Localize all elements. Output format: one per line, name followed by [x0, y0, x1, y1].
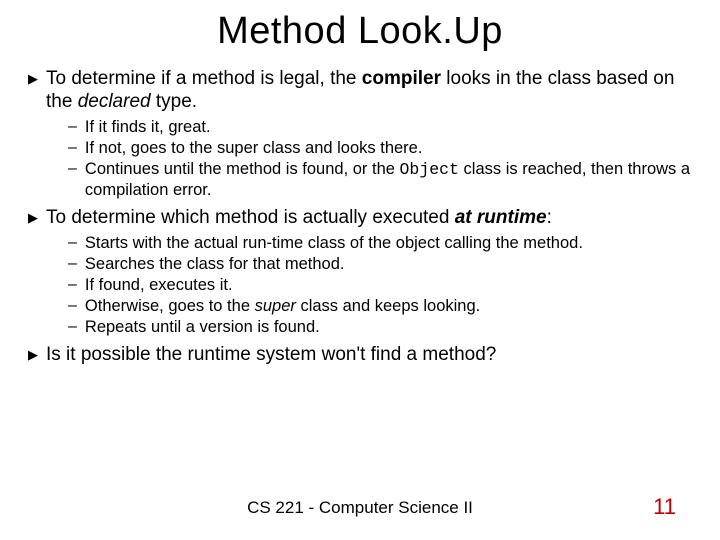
sublist-compiler: – If it finds it, great. – If not, goes …	[68, 117, 692, 200]
sub-text: Continues until the method is found, or …	[85, 159, 692, 200]
dash-icon: –	[68, 159, 77, 179]
dash-icon: –	[68, 275, 77, 295]
slide: Method Look.Up ▶ To determine if a metho…	[0, 0, 720, 540]
text-fragment: Otherwise, goes to the	[85, 297, 255, 315]
sublist-runtime: – Starts with the actual run-time class …	[68, 233, 692, 337]
footer-text: CS 221 - Computer Science II	[0, 498, 720, 518]
text-fragment: To determine which method is actually ex…	[46, 207, 455, 228]
dash-icon: –	[68, 317, 77, 337]
sub-text: Searches the class for that method.	[85, 254, 345, 274]
text-fragment: :	[547, 207, 552, 228]
list-item: – If found, executes it.	[68, 275, 692, 295]
bullet-compiler: ▶ To determine if a method is legal, the…	[28, 67, 692, 113]
dash-icon: –	[68, 296, 77, 316]
sub-text: Starts with the actual run-time class of…	[85, 233, 583, 253]
sub-text: If found, executes it.	[85, 275, 233, 295]
emphasis-compiler: compiler	[362, 68, 441, 89]
page-title: Method Look.Up	[28, 10, 692, 53]
emphasis-runtime: at runtime	[455, 207, 547, 228]
emphasis-declared: declared	[78, 91, 151, 112]
arrow-icon: ▶	[28, 68, 38, 90]
bullet-text: Is it possible the runtime system won't …	[46, 343, 496, 366]
list-item: – Otherwise, goes to the super class and…	[68, 296, 692, 316]
code-object: Object	[400, 160, 459, 179]
text-fragment: To determine if a method is legal, the	[46, 68, 362, 89]
text-fragment: class and keeps looking.	[296, 297, 480, 315]
arrow-icon: ▶	[28, 207, 38, 229]
dash-icon: –	[68, 233, 77, 253]
arrow-icon: ▶	[28, 344, 38, 366]
list-item: – Continues until the method is found, o…	[68, 159, 692, 200]
text-fragment: type.	[151, 91, 197, 112]
bullet-text: To determine if a method is legal, the c…	[46, 67, 692, 113]
list-item: – If it finds it, great.	[68, 117, 692, 137]
list-item: – If not, goes to the super class and lo…	[68, 138, 692, 158]
dash-icon: –	[68, 138, 77, 158]
text-fragment: Continues until the method is found, or …	[85, 160, 400, 178]
page-number: 11	[653, 494, 676, 520]
bullet-question: ▶ Is it possible the runtime system won'…	[28, 343, 692, 366]
sub-text: If it finds it, great.	[85, 117, 211, 137]
emphasis-super: super	[255, 297, 296, 315]
bullet-text: To determine which method is actually ex…	[46, 206, 552, 229]
sub-text: If not, goes to the super class and look…	[85, 138, 423, 158]
dash-icon: –	[68, 254, 77, 274]
list-item: – Starts with the actual run-time class …	[68, 233, 692, 253]
bullet-runtime: ▶ To determine which method is actually …	[28, 206, 692, 229]
list-item: – Searches the class for that method.	[68, 254, 692, 274]
sub-text: Otherwise, goes to the super class and k…	[85, 296, 480, 316]
dash-icon: –	[68, 117, 77, 137]
list-item: – Repeats until a version is found.	[68, 317, 692, 337]
sub-text: Repeats until a version is found.	[85, 317, 320, 337]
